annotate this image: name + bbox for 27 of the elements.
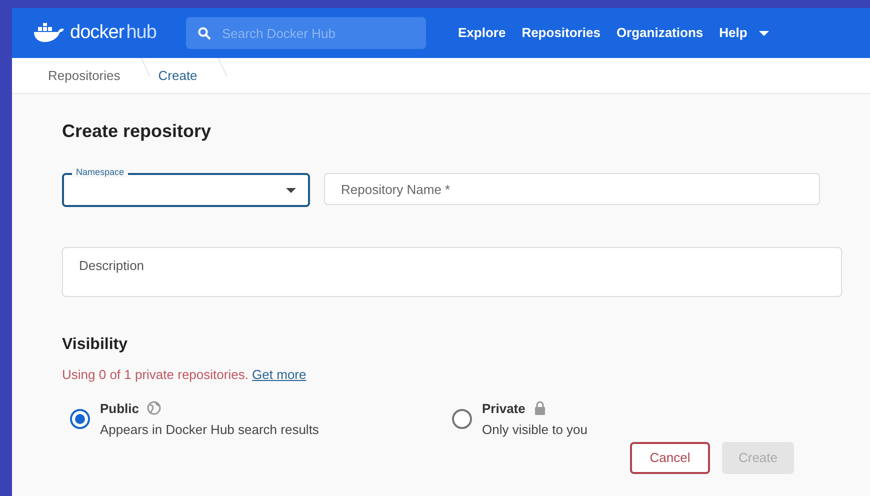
option-description: Only visible to you bbox=[482, 421, 588, 439]
get-more-link[interactable]: Get more bbox=[252, 367, 306, 382]
nav-link[interactable]: Repositories bbox=[522, 23, 600, 43]
logo-text[interactable]: dockerhub bbox=[70, 18, 156, 48]
breadcrumb-link[interactable]: Create bbox=[146, 58, 214, 93]
cancel-button[interactable]: Cancel bbox=[630, 442, 710, 474]
nav-link[interactable]: Help bbox=[719, 23, 770, 43]
usage-text: Using 0 of 1 private repositories. Get more bbox=[62, 366, 308, 384]
radio-button[interactable] bbox=[452, 409, 472, 429]
radio-button[interactable] bbox=[70, 409, 90, 429]
search-field[interactable]: Search Docker Hub bbox=[186, 17, 426, 49]
globe-icon bbox=[147, 401, 162, 416]
repository-name-field[interactable]: Repository Name * bbox=[324, 173, 820, 205]
nav-link[interactable]: Organizations bbox=[616, 23, 704, 43]
page-title: Create repository bbox=[62, 120, 212, 143]
caret-icon bbox=[286, 188, 296, 192]
option-label: Public bbox=[100, 400, 140, 418]
lock-icon bbox=[533, 401, 548, 416]
nav-link[interactable]: Explore bbox=[458, 23, 506, 43]
breadcrumb-link[interactable]: Repositories bbox=[48, 58, 136, 93]
option-description: Appears in Docker Hub search results bbox=[100, 421, 319, 439]
field-label: Namespace bbox=[72, 167, 128, 178]
description-field[interactable]: Description bbox=[62, 247, 842, 297]
section-title: Visibility bbox=[62, 335, 129, 355]
search-icon bbox=[198, 27, 211, 40]
option-label: Private bbox=[482, 400, 526, 418]
whale-logo-icon bbox=[32, 23, 66, 43]
